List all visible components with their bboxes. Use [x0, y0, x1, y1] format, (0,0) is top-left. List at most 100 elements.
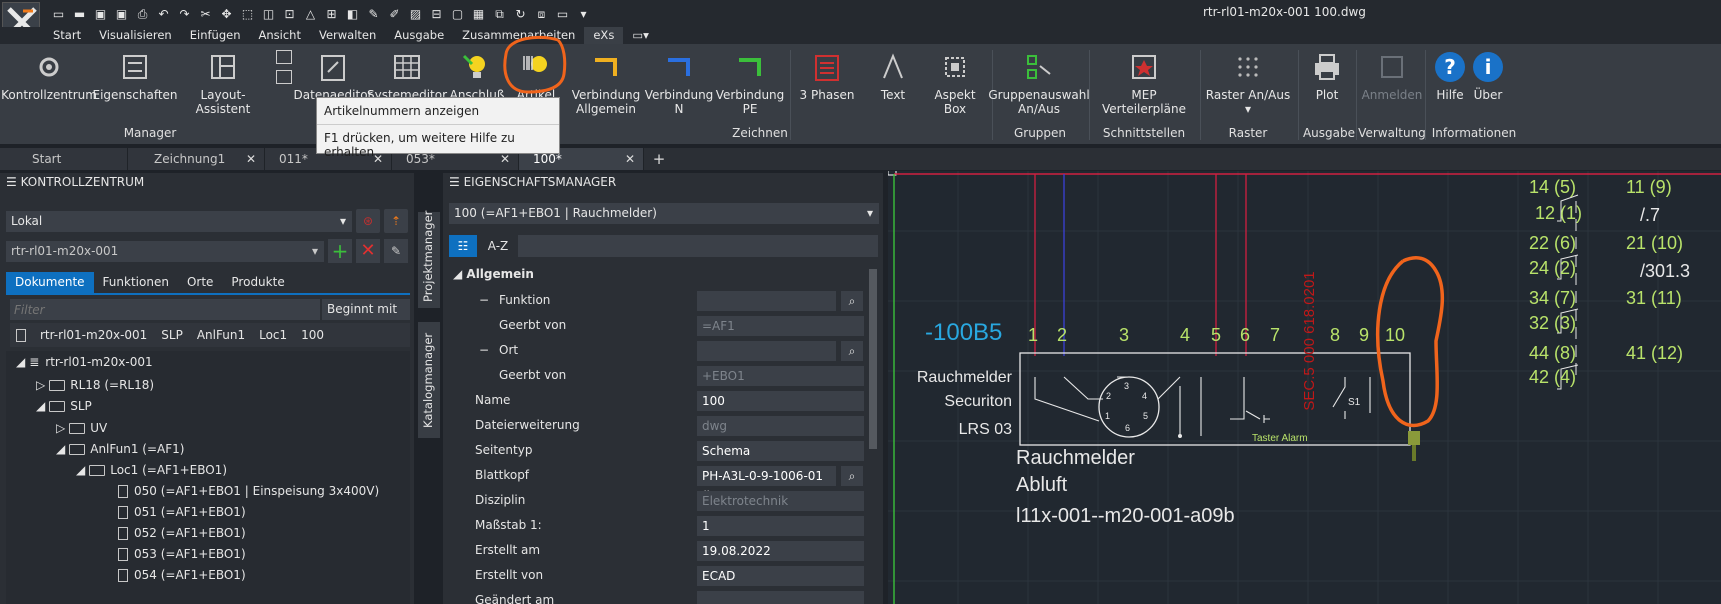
copy-icon[interactable]: ⧉: [491, 6, 508, 23]
new-tab-button[interactable]: +: [644, 148, 674, 170]
ribbon-tab-ansicht[interactable]: Ansicht: [250, 27, 310, 44]
save-icon[interactable]: ▣: [92, 6, 109, 23]
project-dropdown[interactable]: rtr-rl01-m20x-001 ▾: [6, 241, 324, 262]
side-tab-katalogmanager[interactable]: Katalogmanager: [418, 322, 440, 438]
ribbon-tab-start[interactable]: Start: [44, 27, 90, 44]
ribbon-tab-einfuegen[interactable]: Einfügen: [181, 27, 250, 44]
move-icon[interactable]: ✥: [218, 6, 235, 23]
sort-az-button[interactable]: A-Z: [483, 235, 513, 257]
contact-ref[interactable]: /301.3: [1640, 261, 1690, 282]
panel-menu-icon[interactable]: ☰: [6, 175, 21, 189]
property-value[interactable]: 1: [697, 516, 864, 536]
tree-item-doc-052[interactable]: 052 (=AF1+EBO1): [118, 522, 246, 544]
eigenschaften-button[interactable]: Eigenschaften: [92, 50, 178, 102]
expand-icon[interactable]: ◢: [76, 463, 85, 477]
close-tab-icon[interactable]: ✕: [246, 148, 256, 170]
ribbon-display-toggle-icon[interactable]: ▭▾: [623, 27, 658, 44]
breadcrumb-item[interactable]: Loc1: [259, 328, 287, 342]
expand-icon[interactable]: ◢: [36, 399, 45, 413]
pen-icon[interactable]: ✐: [386, 6, 403, 23]
triangle-icon[interactable]: △: [302, 6, 319, 23]
select-icon[interactable]: ⬚: [239, 6, 256, 23]
doc-tab-start[interactable]: Start: [0, 148, 128, 170]
ribbon-tab-ausgabe[interactable]: Ausgabe: [385, 27, 453, 44]
doc-tab-zeichnung1[interactable]: Zeichnung1 ✕: [128, 148, 265, 170]
add-project-icon[interactable]: +: [328, 239, 352, 263]
delete-project-icon[interactable]: ✕: [356, 239, 380, 263]
ueber-button[interactable]: i Über: [1468, 50, 1508, 102]
search-icon[interactable]: ⌕: [841, 341, 863, 361]
verbindung-pe-button[interactable]: Verbindung PE: [715, 50, 785, 116]
property-value[interactable]: 19.08.2022: [697, 541, 864, 561]
contact-ref[interactable]: /.7: [1640, 205, 1660, 226]
property-value[interactable]: [697, 291, 836, 311]
connect-icon[interactable]: ⊛: [356, 209, 380, 233]
article-number-label[interactable]: SEC.5 000 618.0201: [1301, 266, 1318, 416]
drawing-canvas[interactable]: -100B5 1 2 3 4 5 6 7 8 9 10 2 3 4 1 5 6 …: [888, 171, 1721, 604]
tree-item-loc1[interactable]: ◢ Loc1 (=AF1+EBO1): [76, 459, 227, 481]
selection-dropdown[interactable]: 100 (=AF1+EBO1 | Rauchmelder) ▾: [449, 203, 879, 224]
property-value[interactable]: Schema: [697, 441, 864, 461]
tree-item-rl18[interactable]: ▷ RL18 (=RL18): [36, 374, 154, 396]
ribbon-tab-exs[interactable]: eXs: [584, 27, 624, 44]
upload-icon[interactable]: ⇡: [384, 209, 408, 233]
location-dropdown[interactable]: Lokal ▾: [6, 211, 352, 232]
breadcrumb-item[interactable]: AnlFun1: [197, 328, 245, 342]
tree-item-anlfun1[interactable]: ◢ AnlFun1 (=AF1): [56, 438, 184, 460]
customize-qat-icon[interactable]: ▾: [575, 6, 592, 23]
tab-produkte[interactable]: Produkte: [222, 272, 293, 293]
property-value[interactable]: ECAD: [697, 566, 864, 586]
side-tab-projektmanager[interactable]: Projektmanager: [418, 211, 440, 308]
filter-input[interactable]: [10, 299, 320, 320]
list-icon[interactable]: [276, 70, 292, 84]
filter-mode-dropdown[interactable]: Beginnt mit: [322, 299, 410, 320]
systemeditor-button[interactable]: Systemeditor: [367, 50, 447, 102]
refresh-icon[interactable]: ↻: [512, 6, 529, 23]
property-value[interactable]: [697, 591, 864, 604]
verbindung-n-button[interactable]: Verbindung N: [645, 50, 713, 116]
kontrollzentrum-button[interactable]: Kontrollzentrum: [1, 50, 97, 102]
edit-project-icon[interactable]: ✎: [384, 239, 408, 263]
tree-item-uv[interactable]: ▷ UV: [56, 417, 107, 439]
expand-icon[interactable]: ◢: [56, 442, 65, 456]
layout-assistent-button[interactable]: Layout-Assistent: [177, 50, 269, 116]
property-value[interactable]: PH-A3L-0-9-1006-01 (): [697, 466, 836, 503]
raster-button[interactable]: Raster An/Aus ▾: [1204, 50, 1292, 116]
measure-icon[interactable]: ⊡: [281, 6, 298, 23]
aspekt-box-button[interactable]: Aspekt Box: [922, 50, 988, 116]
collapse-icon[interactable]: ▷: [56, 421, 65, 435]
block-icon[interactable]: ⊟: [428, 6, 445, 23]
breadcrumb-item[interactable]: SLP: [161, 328, 183, 342]
close-tab-icon[interactable]: ✕: [625, 148, 635, 170]
anmelden-button[interactable]: Anmelden: [1360, 50, 1424, 102]
plot-button[interactable]: Plot: [1302, 50, 1352, 102]
tab-dokumente[interactable]: Dokumente: [6, 272, 94, 293]
tree-item-slp[interactable]: ◢ SLP: [36, 395, 92, 417]
gruppenauswahl-button[interactable]: Gruppenauswahl An/Aus: [988, 50, 1090, 116]
property-value[interactable]: [697, 341, 836, 361]
collapse-icon[interactable]: ▷: [36, 378, 45, 392]
tree-item-doc-054[interactable]: 054 (=AF1+EBO1): [118, 564, 246, 586]
search-icon[interactable]: ⌕: [841, 466, 863, 486]
drei-phasen-button[interactable]: 3 Phasen: [796, 50, 858, 102]
tab-orte[interactable]: Orte: [178, 272, 222, 293]
table-icon[interactable]: [276, 50, 292, 64]
print-icon[interactable]: ⎙: [134, 6, 151, 23]
undo-icon[interactable]: ↶: [155, 6, 172, 23]
redo-icon[interactable]: ↷: [176, 6, 193, 23]
minus-icon[interactable]: −: [479, 289, 489, 312]
region-icon[interactable]: ◫: [260, 6, 277, 23]
match-icon[interactable]: ⊞: [323, 6, 340, 23]
ribbon-tab-visualisieren[interactable]: Visualisieren: [90, 27, 181, 44]
tree-item-doc-050[interactable]: 050 (=AF1+EBO1 | Einspeisung 3x400V): [118, 480, 379, 502]
verbindung-allgemein-button[interactable]: Verbindung Allgemein: [570, 50, 642, 116]
property-search-input[interactable]: [518, 235, 878, 257]
property-value[interactable]: 100: [697, 391, 864, 411]
categorized-view-icon[interactable]: ☷: [449, 235, 477, 257]
layers-icon[interactable]: ◧: [344, 6, 361, 23]
new-file-icon[interactable]: ▭: [50, 6, 67, 23]
minus-icon[interactable]: −: [479, 339, 489, 362]
frame-icon[interactable]: ▭: [554, 6, 571, 23]
tree-item-doc-051[interactable]: 051 (=AF1+EBO1): [118, 501, 246, 523]
breadcrumb-item[interactable]: 100: [301, 328, 324, 342]
